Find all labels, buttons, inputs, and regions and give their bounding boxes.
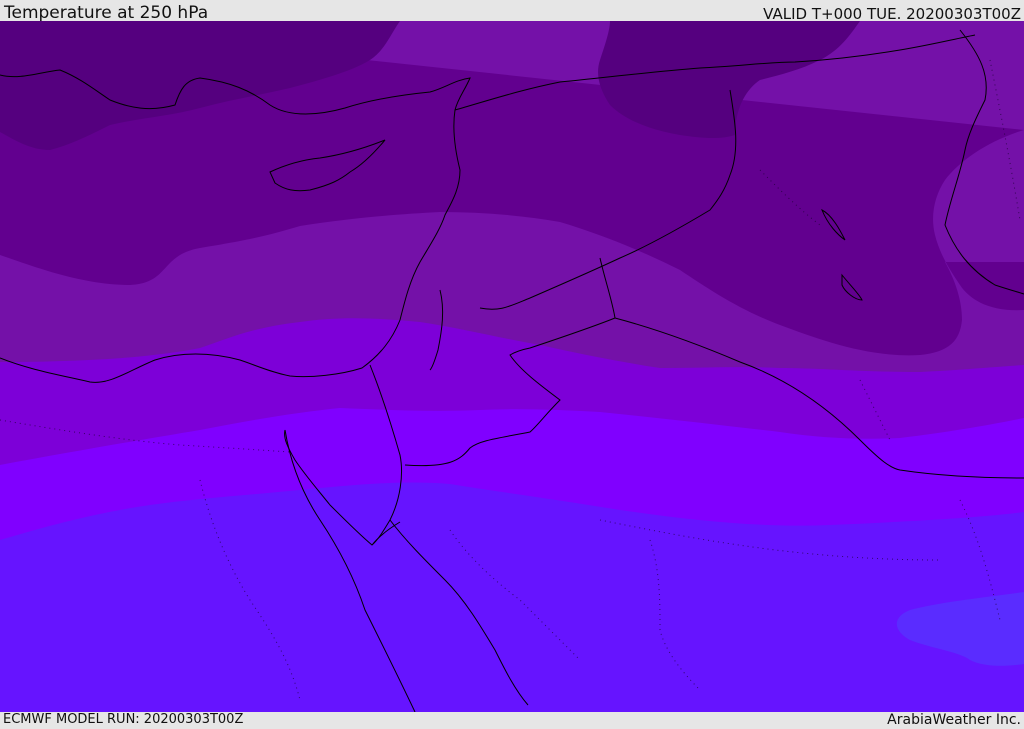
map-title: Temperature at 250 hPa [4,3,209,23]
map-area [0,21,1024,712]
header-bar: Temperature at 250 hPa VALID T+000 TUE. … [0,0,1024,23]
credit: ArabiaWeather Inc. [887,712,1021,728]
model-run: ECMWF MODEL RUN: 20200303T00Z [3,712,244,727]
footer-bar: ECMWF MODEL RUN: 20200303T00Z ArabiaWeat… [0,712,1024,729]
temperature-map [0,21,1024,712]
